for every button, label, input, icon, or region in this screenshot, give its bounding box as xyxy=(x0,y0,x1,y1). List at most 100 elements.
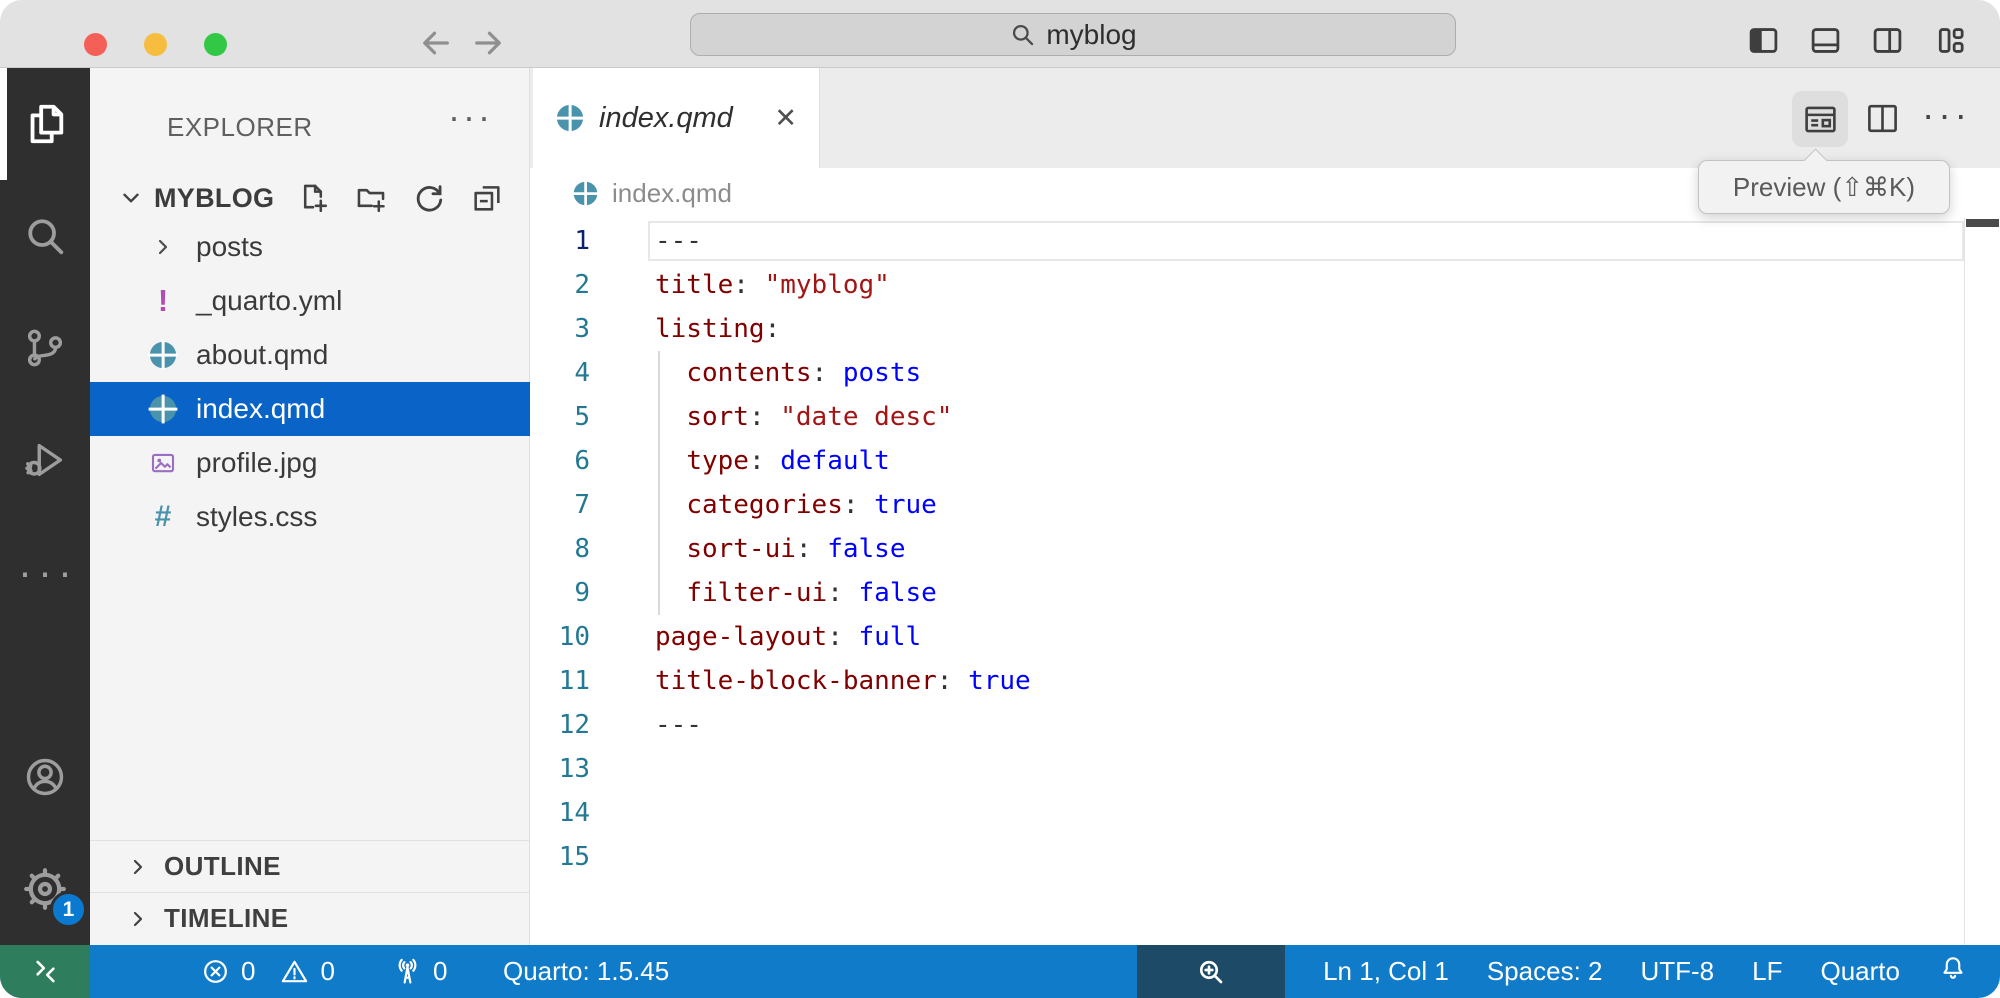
outline-section-header[interactable]: OUTLINE xyxy=(90,840,530,892)
line-number: 3 xyxy=(530,307,590,351)
explorer-activity-icon[interactable] xyxy=(0,68,90,180)
code-line: 13 xyxy=(530,747,2000,791)
code-line: 11 title-block-banner: true xyxy=(530,659,2000,703)
file-row-posts[interactable]: posts xyxy=(90,220,530,274)
tooltip-text: Preview (⇧⌘K) xyxy=(1733,172,1915,203)
search-text: myblog xyxy=(1046,19,1136,51)
workspace-name: MYBLOG xyxy=(154,183,274,214)
split-editor-icon[interactable] xyxy=(1864,100,1901,137)
radio-tower-icon xyxy=(392,956,423,987)
file-row-index-qmd[interactable]: index.qmd xyxy=(90,382,530,436)
source-control-activity-icon[interactable] xyxy=(0,292,90,404)
warning-icon xyxy=(279,956,310,987)
accounts-icon[interactable] xyxy=(0,721,90,833)
line-number: 5 xyxy=(530,395,590,439)
toggle-primary-sidebar-icon[interactable] xyxy=(1746,23,1781,58)
line-number: 4 xyxy=(530,351,590,395)
toggle-secondary-sidebar-icon[interactable] xyxy=(1870,23,1905,58)
code-line: 14 xyxy=(530,791,2000,835)
line-number: 13 xyxy=(530,747,590,791)
eol-item[interactable]: LF xyxy=(1752,956,1782,987)
search-icon xyxy=(1009,21,1036,48)
code-line: 6 type: default xyxy=(530,439,2000,483)
sidebar-title: EXPLORER xyxy=(167,112,313,143)
customize-layout-icon[interactable] xyxy=(1933,23,1968,58)
run-debug-activity-icon[interactable] xyxy=(0,404,90,516)
remote-icon xyxy=(32,958,59,985)
code-line: 8 sort-ui: false xyxy=(530,527,2000,571)
code-line: 4 contents: posts xyxy=(530,351,2000,395)
code-line: 10 page-layout: full xyxy=(530,615,2000,659)
image-file-icon xyxy=(148,448,178,478)
collapse-folders-icon[interactable] xyxy=(470,181,504,215)
cursor-position-item[interactable]: Ln 1, Col 1 xyxy=(1323,956,1449,987)
search-activity-icon[interactable] xyxy=(0,180,90,292)
tab-label: index.qmd xyxy=(599,102,733,135)
editor-more-actions-icon[interactable]: ··· xyxy=(1922,94,1971,136)
preview-button[interactable] xyxy=(1792,91,1848,147)
line-number: 11 xyxy=(530,659,590,703)
chevron-right-icon xyxy=(126,907,150,931)
line-number: 14 xyxy=(530,791,590,835)
css-file-icon: # xyxy=(155,500,172,534)
quarto-version-status-item[interactable]: Quarto: 1.5.45 xyxy=(503,945,669,998)
timeline-section-header[interactable]: TIMELINE xyxy=(90,892,530,944)
warning-count: 0 xyxy=(320,956,334,987)
code-editor[interactable]: 1 --- 2 title: "myblog" 3 listing: 4 con… xyxy=(530,218,2000,945)
account-icon xyxy=(22,754,68,800)
code-line: 1 --- xyxy=(530,219,2000,263)
command-center-search[interactable]: myblog xyxy=(690,13,1456,56)
titlebar: myblog xyxy=(0,0,2000,68)
new-file-icon[interactable] xyxy=(296,181,330,215)
tab-bar: index.qmd ✕ ··· xyxy=(530,68,2000,168)
notifications-bell-icon[interactable] xyxy=(1938,953,1968,990)
zoom-status-item[interactable] xyxy=(1137,945,1285,998)
files-icon xyxy=(22,101,68,147)
more-views-icon[interactable]: ··· xyxy=(0,516,90,628)
code-line: 7 categories: true xyxy=(530,483,2000,527)
line-number: 1 xyxy=(530,219,590,263)
file-row-profile-jpg[interactable]: profile.jpg xyxy=(90,436,530,490)
remote-indicator[interactable] xyxy=(0,945,90,998)
language-mode-item[interactable]: Quarto xyxy=(1821,956,1901,987)
settings-gear-icon[interactable]: 1 xyxy=(0,833,90,945)
workspace-section-header[interactable]: MYBLOG xyxy=(90,176,530,220)
close-tab-icon[interactable]: ✕ xyxy=(774,103,797,134)
quarto-file-icon xyxy=(148,394,178,424)
file-row-quarto-yml[interactable]: ! _quarto.yml xyxy=(90,274,530,328)
new-folder-icon[interactable] xyxy=(354,181,388,215)
scrollbar-thumb[interactable] xyxy=(1966,219,1999,227)
tab-index-qmd[interactable]: index.qmd ✕ xyxy=(533,68,820,168)
preview-tooltip: Preview (⇧⌘K) xyxy=(1698,160,1950,214)
code-line: 12 --- xyxy=(530,703,2000,747)
chevron-down-icon xyxy=(118,185,144,211)
error-icon xyxy=(200,956,231,987)
quarto-file-icon xyxy=(572,180,599,207)
yaml-file-icon: ! xyxy=(158,283,168,319)
indentation-item[interactable]: Spaces: 2 xyxy=(1487,956,1603,987)
code-line: 15 xyxy=(530,835,2000,879)
explorer-more-actions-icon[interactable]: ··· xyxy=(448,96,493,138)
encoding-item[interactable]: UTF-8 xyxy=(1640,956,1714,987)
toggle-panel-icon[interactable] xyxy=(1808,23,1843,58)
file-row-styles-css[interactable]: # styles.css xyxy=(90,490,530,544)
ports-status-item[interactable]: 0 xyxy=(392,945,447,998)
file-row-about-qmd[interactable]: about.qmd xyxy=(90,328,530,382)
preview-icon xyxy=(1802,101,1839,138)
git-branch-icon xyxy=(22,325,68,371)
minimize-window-button[interactable] xyxy=(144,33,167,56)
code-line: 3 listing: xyxy=(530,307,2000,351)
forward-arrow-icon[interactable] xyxy=(470,25,506,61)
code-lines: 1 --- 2 title: "myblog" 3 listing: 4 con… xyxy=(530,219,2000,879)
problems-status-item[interactable]: 0 0 xyxy=(200,945,335,998)
debug-icon xyxy=(22,437,68,483)
sidebar-bottom-sections: OUTLINE TIMELINE xyxy=(90,840,530,944)
status-bar-right: Ln 1, Col 1 Spaces: 2 UTF-8 LF Quarto xyxy=(1137,945,2000,998)
back-arrow-icon[interactable] xyxy=(418,25,454,61)
close-window-button[interactable] xyxy=(84,33,107,56)
ports-count: 0 xyxy=(433,956,447,987)
vscode-window: myblog ··· xyxy=(0,0,2000,998)
code-line: 2 title: "myblog" xyxy=(530,263,2000,307)
refresh-icon[interactable] xyxy=(412,181,446,215)
zoom-window-button[interactable] xyxy=(204,33,227,56)
